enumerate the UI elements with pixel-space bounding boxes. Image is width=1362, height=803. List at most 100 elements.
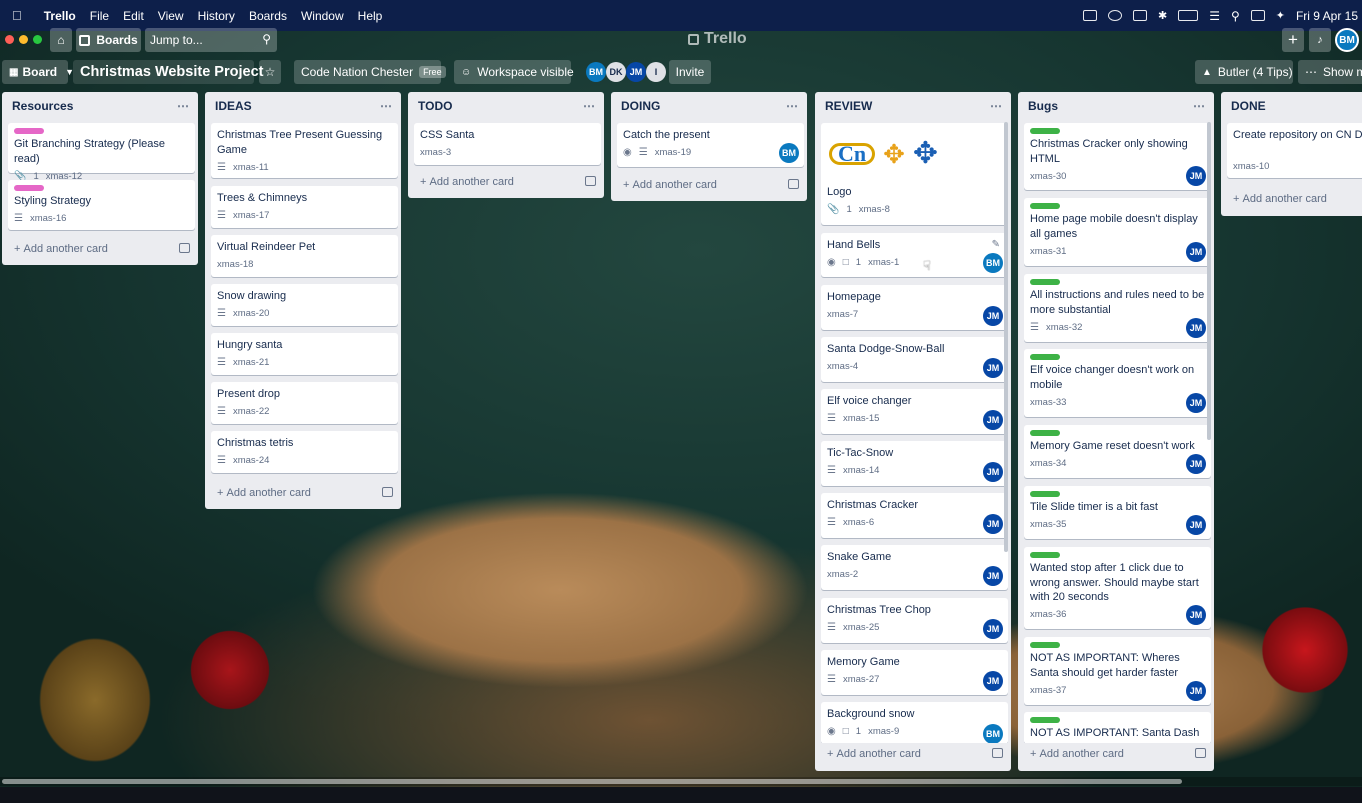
card[interactable]: Snow drawing ☰ xmas-20 (211, 284, 398, 326)
card[interactable]: Hungry santa ☰ xmas-21 (211, 333, 398, 375)
list-menu-icon[interactable]: ⋯ (583, 99, 596, 113)
card[interactable]: NOT AS IMPORTANT: Wheres Santa should ge… (1024, 637, 1211, 705)
list-menu-icon[interactable]: ⋯ (380, 99, 393, 113)
card-label[interactable] (1030, 717, 1060, 723)
menu-file[interactable]: File (90, 9, 109, 23)
card-member-avatar[interactable]: JM (983, 619, 1003, 639)
card[interactable]: Christmas Tree Present Guessing Game ☰ xm… (211, 123, 398, 178)
card[interactable]: Memory Game reset doesn't work xmas-34 J… (1024, 425, 1211, 478)
add-card-button[interactable]: + Add another card (1024, 743, 1211, 765)
list-header[interactable]: REVIEW ⋯ (815, 92, 1011, 120)
clock[interactable]: Fri 9 Apr 15 (1296, 9, 1358, 23)
board-horizontal-scrollbar-thumb[interactable] (2, 779, 1182, 784)
card[interactable]: Styling Strategy ☰ xmas-16 (8, 180, 195, 230)
list-menu-icon[interactable]: ⋯ (786, 99, 799, 113)
list-scrollbar[interactable] (1004, 122, 1008, 552)
card[interactable]: NOT AS IMPORTANT: Santa Dash (1024, 712, 1211, 744)
card-template-icon[interactable] (788, 179, 799, 189)
card-member-avatar[interactable]: BM (983, 253, 1003, 273)
add-card-button[interactable]: + Add another card (617, 174, 804, 196)
list-menu-icon[interactable]: ⋯ (1193, 99, 1206, 113)
card-member-avatar[interactable]: JM (1186, 681, 1206, 701)
card-label[interactable] (1030, 642, 1060, 648)
card-template-icon[interactable] (1195, 748, 1206, 758)
card-label[interactable] (1030, 491, 1060, 497)
boards-button[interactable]: Boards (76, 28, 141, 52)
add-card-button[interactable]: + Add another card (1227, 188, 1362, 210)
card-member-avatar[interactable]: JM (1186, 393, 1206, 413)
card[interactable]: Trees & Chimneys ☰ xmas-17 (211, 186, 398, 228)
card-member-avatar[interactable]: JM (1186, 318, 1206, 338)
board-view-switcher[interactable]: ▦ Board ▼ (2, 60, 74, 84)
card-label[interactable] (1030, 430, 1060, 436)
card[interactable]: Elf voice changer ☰ xmas-15 JM (821, 389, 1008, 434)
card-member-avatar[interactable]: JM (1186, 515, 1206, 535)
card-label[interactable] (1030, 354, 1060, 360)
zoom-window-button[interactable] (33, 35, 42, 44)
star-board-button[interactable]: ☆ (259, 60, 281, 84)
list-header[interactable]: Bugs ⋯ (1018, 92, 1214, 120)
add-card-button[interactable]: + Add another card (414, 171, 601, 193)
card[interactable]: Home page mobile doesn't display all gam… (1024, 198, 1211, 266)
apple-icon[interactable]:  (12, 8, 22, 23)
user-avatar[interactable]: BM (1335, 28, 1359, 52)
close-window-button[interactable] (5, 35, 14, 44)
card-template-icon[interactable] (992, 748, 1003, 758)
card[interactable]: Background snow ◉ □ 1 xmas-9 BM (821, 702, 1008, 744)
wifi-icon[interactable]: ☰ (1209, 9, 1220, 23)
app-menu[interactable]: Trello (44, 9, 76, 23)
card[interactable]: Tic-Tac-Snow ☰ xmas-14 JM (821, 441, 1008, 486)
card-label[interactable] (14, 185, 44, 191)
list-header[interactable]: TODO ⋯ (408, 92, 604, 120)
card[interactable]: Elf voice changer doesn't work on mobile… (1024, 349, 1211, 417)
card[interactable]: Present drop ☰ xmas-22 (211, 382, 398, 424)
card[interactable]: Christmas Tree Chop ☰ xmas-25 JM (821, 598, 1008, 643)
member-avatar-bm[interactable]: BM (586, 62, 606, 82)
workspace-button[interactable]: Code Nation Chester Free (294, 60, 446, 84)
card-member-avatar[interactable]: JM (983, 462, 1003, 482)
list-menu-icon[interactable]: ⋯ (990, 99, 1003, 113)
add-card-button[interactable]: + Add another card (211, 482, 398, 504)
card[interactable]: Virtual Reindeer Pet xmas-18 (211, 235, 398, 277)
home-button[interactable]: ⌂ (50, 28, 72, 52)
card[interactable]: CSS Santa xmas-3 (414, 123, 601, 165)
siri-icon[interactable]: ✦ (1276, 9, 1285, 22)
invite-button[interactable]: Invite (669, 60, 711, 84)
card-member-avatar[interactable]: JM (983, 514, 1003, 534)
menu-window[interactable]: Window (301, 9, 344, 23)
card[interactable]: Create repository on CN Digi Github xmas… (1227, 123, 1362, 178)
show-menu-button[interactable]: ⋯ Show me (1298, 60, 1362, 84)
card-member-avatar[interactable]: JM (983, 306, 1003, 326)
card-member-avatar[interactable]: JM (983, 410, 1003, 430)
calendar-icon[interactable] (1132, 10, 1147, 21)
play-icon[interactable] (1107, 10, 1122, 21)
bluetooth-icon[interactable]: ✱ (1158, 9, 1167, 22)
notifications-button[interactable]: ♪ (1309, 28, 1331, 52)
card[interactable]: Santa Dodge-Snow-Ball xmas-4 JM (821, 337, 1008, 382)
menu-view[interactable]: View (158, 9, 184, 23)
menu-boards[interactable]: Boards (249, 9, 287, 23)
card-member-avatar[interactable]: BM (983, 724, 1003, 744)
card-label[interactable] (1030, 128, 1060, 134)
list-scrollbar[interactable] (1207, 122, 1211, 440)
card-template-icon[interactable] (382, 487, 393, 497)
card[interactable]: Hand Bells ✎ ◉ □ 1 xmas-1 BM (821, 233, 1008, 277)
control-center-icon[interactable] (1250, 10, 1265, 21)
menu-help[interactable]: Help (358, 9, 383, 23)
card[interactable]: Catch the present ◉ ☰ xmas-19 BM (617, 123, 804, 167)
card[interactable]: Christmas Cracker only showing HTML xmas… (1024, 123, 1211, 190)
card-member-avatar[interactable]: JM (1186, 454, 1206, 474)
create-button[interactable]: + (1282, 28, 1304, 52)
card[interactable]: Homepage xmas-7 JM (821, 285, 1008, 330)
card[interactable]: Tile Slide timer is a bit fast xmas-35 J… (1024, 486, 1211, 539)
card-label[interactable] (14, 128, 44, 134)
battery-icon[interactable] (1178, 10, 1199, 21)
list-header[interactable]: Resources ⋯ (2, 92, 198, 120)
card-template-icon[interactable] (179, 243, 190, 253)
card-template-icon[interactable] (585, 176, 596, 186)
card-member-avatar[interactable]: JM (983, 358, 1003, 378)
card-label[interactable] (1030, 552, 1060, 558)
visibility-button[interactable]: ☺ Workspace visible (454, 60, 574, 84)
search-input[interactable]: Jump to... ⚲ (145, 28, 277, 52)
list-menu-icon[interactable]: ⋯ (177, 99, 190, 113)
